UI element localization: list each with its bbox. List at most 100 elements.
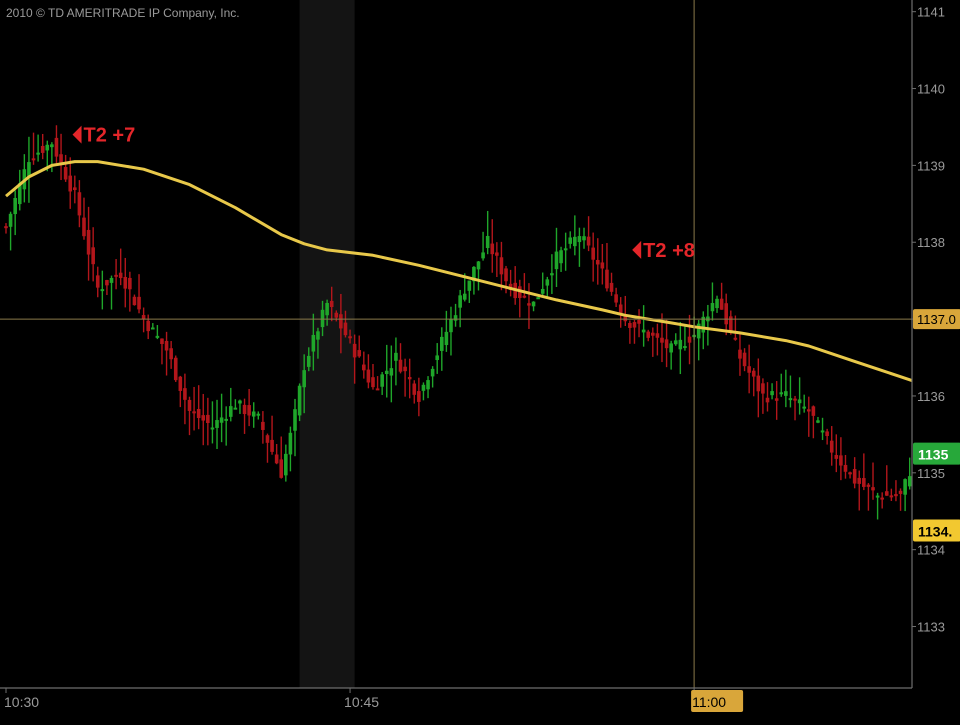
up-bar-body bbox=[467, 280, 472, 291]
down-bar-body bbox=[403, 366, 407, 372]
down-bar-body bbox=[747, 366, 751, 373]
up-bar-body bbox=[559, 250, 563, 264]
up-bar-body bbox=[27, 162, 31, 177]
up-bar-body bbox=[476, 261, 481, 270]
y-tick-label: 1141 bbox=[917, 5, 945, 20]
down-bar-body bbox=[169, 348, 173, 360]
crosshair-price-label: 1137.0 bbox=[917, 312, 956, 327]
up-bar-body bbox=[710, 303, 715, 312]
up-bar-body bbox=[536, 297, 540, 300]
up-bar-body bbox=[421, 384, 426, 391]
up-bar-body bbox=[150, 327, 155, 330]
highlight-band bbox=[299, 0, 355, 688]
down-bar-body bbox=[164, 340, 169, 351]
down-bar-body bbox=[137, 296, 141, 310]
up-bar-body bbox=[215, 420, 219, 428]
down-bar-body bbox=[201, 415, 206, 421]
up-bar-body bbox=[426, 380, 430, 390]
up-bar-body bbox=[36, 152, 40, 155]
annotation-label: T2 +8 bbox=[643, 240, 695, 262]
down-bar-body bbox=[761, 383, 765, 394]
down-bar-body bbox=[77, 192, 82, 216]
chart: T2 +7T2 +8 11331134113511361137113811391… bbox=[0, 0, 960, 720]
down-bar-body bbox=[105, 280, 109, 286]
down-bar-body bbox=[59, 154, 63, 163]
up-bar-body bbox=[100, 289, 105, 292]
down-bar-body bbox=[527, 303, 531, 306]
down-bar-body bbox=[729, 316, 733, 331]
down-bar-body bbox=[646, 331, 651, 338]
chart-background bbox=[0, 0, 960, 720]
down-bar-body bbox=[412, 383, 417, 395]
up-bar-body bbox=[155, 335, 160, 338]
down-bar-body bbox=[73, 187, 77, 191]
down-bar-body bbox=[586, 236, 591, 246]
up-bar-body bbox=[669, 343, 673, 353]
up-bar-body bbox=[435, 355, 440, 361]
down-bar-body bbox=[362, 364, 366, 371]
down-bar-body bbox=[95, 275, 100, 288]
down-bar-body bbox=[660, 337, 664, 343]
up-bar-body bbox=[462, 293, 467, 300]
x-tick-label: 10:45 bbox=[344, 694, 379, 710]
up-bar-body bbox=[320, 309, 325, 328]
up-bar-body bbox=[224, 418, 228, 421]
up-bar-body bbox=[50, 144, 54, 148]
up-bar-body bbox=[573, 236, 577, 247]
down-bar-body bbox=[265, 435, 270, 443]
down-bar-body bbox=[183, 388, 187, 400]
down-bar-body bbox=[352, 343, 357, 358]
down-bar-body bbox=[54, 137, 59, 157]
down-bar-body bbox=[756, 375, 761, 392]
up-bar-body bbox=[458, 295, 462, 308]
x-tick-label: 10:30 bbox=[4, 694, 39, 710]
up-bar-body bbox=[563, 248, 568, 251]
down-bar-body bbox=[495, 252, 499, 256]
up-bar-body bbox=[325, 302, 329, 316]
up-bar-body bbox=[439, 336, 444, 351]
down-bar-body bbox=[82, 217, 86, 237]
down-bar-body bbox=[178, 376, 183, 391]
price-tag-label: 1134. bbox=[918, 523, 952, 539]
up-bar-body bbox=[582, 236, 586, 241]
down-bar-body bbox=[609, 282, 614, 292]
up-bar-body bbox=[577, 236, 582, 243]
down-bar-body bbox=[160, 338, 164, 344]
copyright-text: 2010 © TD AMERITRADE IP Company, Inc. bbox=[6, 6, 240, 20]
y-tick-label: 1134 bbox=[917, 543, 945, 558]
up-bar-body bbox=[568, 237, 573, 244]
up-bar-body bbox=[233, 407, 238, 410]
up-bar-body bbox=[394, 352, 398, 361]
y-tick-label: 1138 bbox=[917, 235, 945, 250]
down-bar-body bbox=[848, 472, 852, 475]
down-bar-body bbox=[834, 454, 839, 459]
down-bar-body bbox=[357, 350, 362, 357]
up-bar-body bbox=[816, 420, 820, 423]
down-bar-body bbox=[366, 369, 371, 383]
up-bar-body bbox=[311, 334, 316, 352]
up-bar-body bbox=[444, 331, 449, 346]
down-bar-body bbox=[595, 259, 600, 265]
down-bar-body bbox=[751, 370, 756, 377]
down-bar-body bbox=[825, 431, 829, 437]
down-bar-body bbox=[407, 377, 412, 380]
y-tick-label: 1139 bbox=[917, 158, 945, 173]
up-bar-body bbox=[481, 252, 485, 259]
up-bar-body bbox=[284, 453, 288, 476]
up-bar-body bbox=[779, 392, 784, 395]
down-bar-body bbox=[348, 336, 352, 339]
down-bar-body bbox=[504, 268, 508, 282]
down-bar-body bbox=[274, 454, 279, 464]
up-bar-body bbox=[293, 409, 297, 431]
up-bar-body bbox=[797, 399, 802, 404]
y-tick-label: 1136 bbox=[917, 389, 945, 404]
down-bar-body bbox=[242, 404, 247, 415]
up-bar-body bbox=[228, 406, 233, 417]
down-bar-body bbox=[490, 243, 495, 255]
up-bar-body bbox=[316, 331, 320, 340]
up-bar-body bbox=[683, 346, 687, 349]
down-bar-body bbox=[206, 414, 210, 424]
down-bar-body bbox=[765, 397, 770, 403]
down-bar-body bbox=[687, 336, 692, 343]
up-bar-body bbox=[820, 430, 825, 433]
